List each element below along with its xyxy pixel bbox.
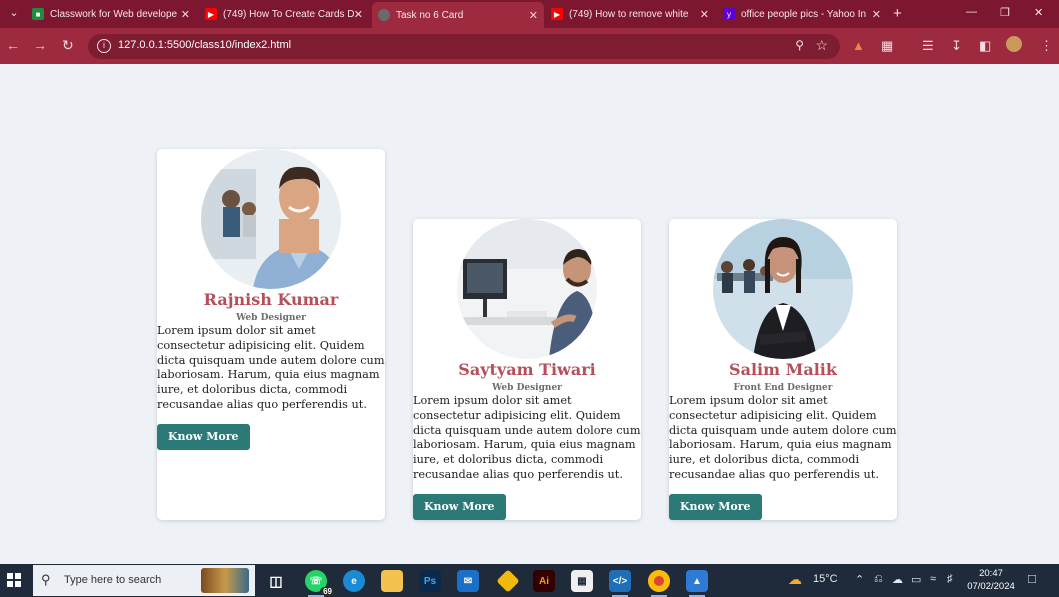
task-view-icon[interactable]: ◫: [265, 570, 287, 592]
side-panel-icon[interactable]: ◧: [979, 38, 991, 54]
close-icon[interactable]: ✕: [529, 9, 538, 22]
card-description: Lorem ipsum dolor sit amet consectetur a…: [413, 394, 641, 481]
card-description: Lorem ipsum dolor sit amet consectetur a…: [669, 394, 897, 481]
notification-center-icon[interactable]: □: [1028, 571, 1036, 586]
search-placeholder[interactable]: Type here to search: [64, 574, 161, 586]
windows-start-icon[interactable]: [7, 573, 21, 587]
browser-toolbar: ← → ↻ i 127.0.0.1:5500/class10/index2.ht…: [0, 28, 1059, 64]
whatsapp-icon[interactable]: ☏ 69: [305, 570, 335, 597]
battery-icon[interactable]: ▭: [911, 573, 921, 586]
metamask-extension-icon[interactable]: ▲: [852, 38, 865, 53]
know-more-button[interactable]: Know More: [413, 494, 506, 520]
forward-icon[interactable]: →: [33, 37, 47, 53]
tab-classwork[interactable]: ■ Classwork for Web develope ✕: [26, 3, 196, 25]
site-info-icon[interactable]: i: [97, 39, 111, 53]
tab-title: Classwork for Web develope: [50, 8, 178, 20]
url-text[interactable]: 127.0.0.1:5500/class10/index2.html: [118, 39, 291, 51]
card-role: Web Designer: [492, 383, 562, 393]
tab-title: Task no 6 Card: [396, 9, 464, 21]
reload-icon[interactable]: ↻: [62, 37, 74, 54]
extensions-puzzle-icon[interactable]: ▦: [881, 38, 893, 54]
photoshop-icon[interactable]: Ps: [419, 570, 441, 592]
clock-date: 07/02/2024: [967, 581, 1015, 592]
mail-icon[interactable]: ✉: [457, 570, 479, 592]
restore-icon[interactable]: ❐: [1000, 6, 1010, 19]
chrome-icon[interactable]: [648, 570, 670, 597]
menu-kebab-icon[interactable]: ⋮: [1040, 38, 1053, 54]
youtube-icon: ▶: [551, 8, 563, 20]
profile-photo: [713, 219, 853, 359]
classroom-icon: ■: [32, 8, 44, 20]
photos-icon[interactable]: ▲: [686, 570, 708, 597]
bookmark-star-icon[interactable]: ☆: [815, 37, 828, 54]
close-icon[interactable]: ✕: [181, 8, 190, 21]
tab-strip: ⌄ ■ Classwork for Web develope ✕ ▶ (749)…: [0, 0, 1059, 28]
new-tab-plus-icon[interactable]: +: [893, 5, 902, 22]
tab-task-card[interactable]: Task no 6 Card ✕: [372, 2, 544, 28]
wifi-icon[interactable]: ≈: [930, 573, 936, 585]
media-control-icon[interactable]: ☰: [922, 38, 934, 54]
search-icon: ⚲: [41, 572, 51, 587]
card-name: Rajnish Kumar: [203, 290, 339, 309]
microsoft-store-icon[interactable]: ▦: [571, 570, 593, 592]
illustrator-icon[interactable]: Ai: [533, 570, 555, 592]
card-description: Lorem ipsum dolor sit amet consectetur a…: [157, 324, 385, 411]
tab-youtube-cards[interactable]: ▶ (749) How To Create Cards D ✕: [199, 3, 369, 25]
profile-photo: [457, 219, 597, 359]
onedrive-cloud-icon[interactable]: ☁: [892, 573, 903, 586]
close-icon[interactable]: ✕: [872, 8, 881, 21]
taskbar-search[interactable]: ⚲ Type here to search: [33, 565, 255, 596]
os-taskbar: ⚲ Type here to search ◫ ☏ 69 e Ps ✉ Ai ▦ …: [0, 564, 1059, 597]
yahoo-icon: y: [723, 8, 735, 20]
address-bar[interactable]: i 127.0.0.1:5500/class10/index2.html ⚲ ☆: [88, 34, 840, 59]
tab-yahoo[interactable]: y office people pics - Yahoo In ✕: [717, 3, 887, 25]
page-body: Rajnish Kumar Web Designer Lorem ipsum d…: [0, 64, 1059, 564]
usb-icon[interactable]: ⎌: [874, 573, 883, 586]
tab-title: office people pics - Yahoo In: [741, 8, 867, 20]
binance-icon[interactable]: [496, 569, 520, 593]
back-icon[interactable]: ←: [6, 37, 20, 53]
window-close-icon[interactable]: ✕: [1034, 6, 1043, 19]
close-icon[interactable]: ✕: [700, 8, 709, 21]
vscode-icon[interactable]: </>: [609, 570, 631, 597]
download-icon[interactable]: ↧: [951, 38, 962, 54]
notification-badge: 69: [320, 587, 335, 596]
card-role: Web Designer: [236, 313, 306, 323]
tab-title: (749) How To Create Cards D: [223, 8, 355, 20]
file-explorer-icon[interactable]: [381, 570, 403, 592]
tab-search-chevron-icon[interactable]: ⌄: [4, 4, 24, 22]
profile-card: Salim Malik Front End Designer Lorem ips…: [669, 219, 897, 520]
profile-card: Rajnish Kumar Web Designer Lorem ipsum d…: [157, 149, 385, 520]
tab-title: (749) How to remove white: [569, 8, 689, 20]
know-more-button[interactable]: Know More: [669, 494, 762, 520]
tab-youtube-remove[interactable]: ▶ (749) How to remove white ✕: [545, 3, 715, 25]
know-more-button[interactable]: Know More: [157, 424, 250, 450]
show-hidden-icons-chevron-icon[interactable]: ⌃: [855, 573, 864, 586]
card-name: Salim Malik: [729, 360, 837, 379]
edge-icon[interactable]: e: [343, 570, 365, 592]
minimize-icon[interactable]: —: [966, 6, 977, 18]
system-clock[interactable]: 20:47 07/02/2024: [965, 567, 1017, 593]
search-highlight-image: [201, 568, 249, 593]
zoom-icon[interactable]: ⚲: [795, 38, 804, 52]
profile-card: Saytyam Tiwari Web Designer Lorem ipsum …: [413, 219, 641, 520]
globe-icon: [378, 9, 390, 21]
weather-icon[interactable]: ☁: [788, 571, 802, 588]
weather-temperature[interactable]: 15°C: [813, 573, 838, 585]
card-role: Front End Designer: [733, 383, 833, 393]
profile-avatar[interactable]: [1006, 36, 1022, 52]
volume-muted-icon[interactable]: ♯: [947, 573, 953, 585]
youtube-icon: ▶: [205, 8, 217, 20]
profile-photo: [201, 149, 341, 289]
close-icon[interactable]: ✕: [354, 8, 363, 21]
card-name: Saytyam Tiwari: [458, 360, 596, 379]
clock-time: 20:47: [979, 568, 1003, 579]
